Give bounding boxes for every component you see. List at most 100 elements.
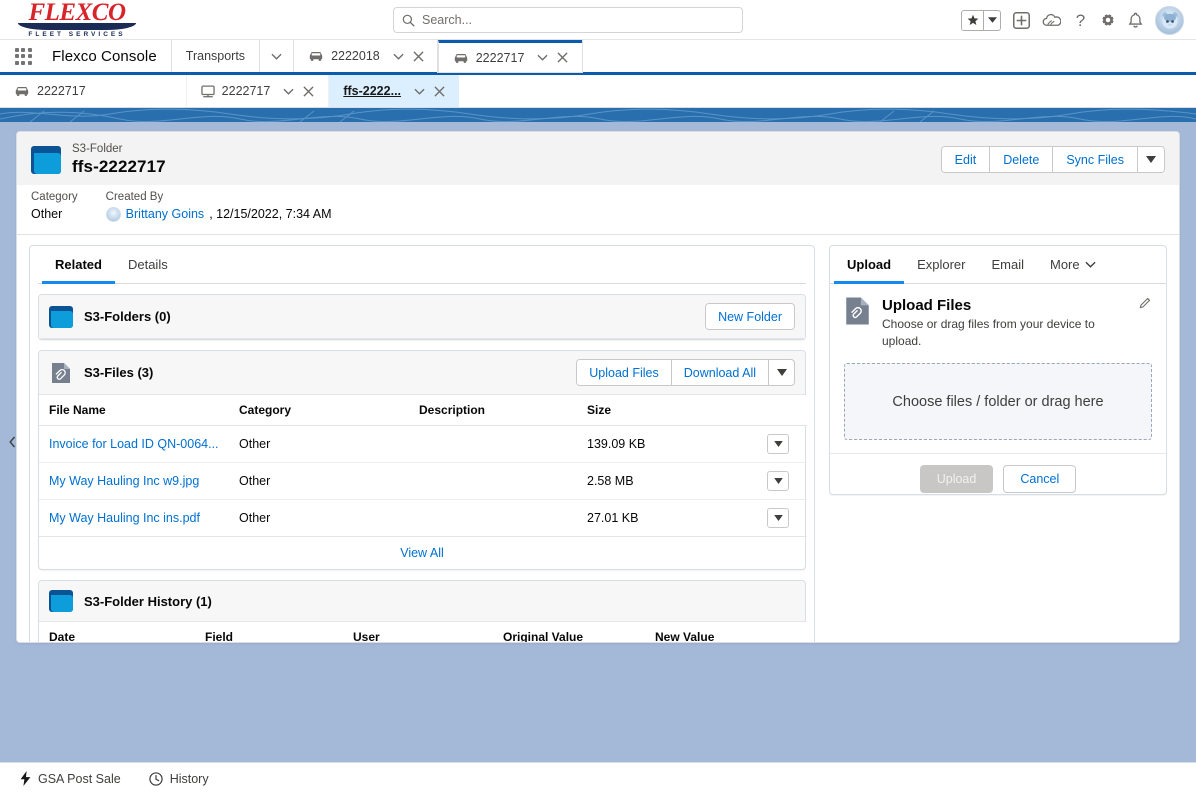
brand-swoosh <box>18 23 136 30</box>
help-icon[interactable]: ? <box>1073 11 1088 29</box>
tab-explorer[interactable]: Explorer <box>904 246 978 284</box>
download-all-button[interactable]: Download All <box>670 360 768 385</box>
column-header-user[interactable]: User <box>343 622 493 642</box>
setup-cloud-icon[interactable] <box>1042 13 1061 28</box>
field-category: Category Other <box>31 189 78 224</box>
sub-tab-transport-2222717[interactable]: 2222717 <box>0 75 100 107</box>
sub-tab-screen-2222717[interactable]: 2222717 <box>185 75 329 107</box>
search-icon <box>402 14 415 27</box>
tab-more-label: More <box>1050 257 1080 272</box>
add-icon[interactable] <box>1013 11 1030 29</box>
primary-tab-label: 2222717 <box>475 50 525 65</box>
utility-item-label: GSA Post Sale <box>38 771 121 786</box>
utility-item-gsa-post-sale[interactable]: GSA Post Sale <box>8 763 133 794</box>
tab-upload[interactable]: Upload <box>834 246 905 284</box>
transport-icon <box>453 52 469 64</box>
column-header-category[interactable]: Category <box>229 395 409 426</box>
column-header-new-value[interactable]: New Value <box>645 622 807 642</box>
sub-tab-menu-chevron-icon[interactable] <box>414 88 425 95</box>
related-list-title: S3-Files (3) <box>84 365 154 380</box>
favorites-group[interactable] <box>961 9 1001 31</box>
files-view-all-link[interactable]: View All <box>400 546 444 560</box>
column-header-date[interactable]: Date <box>39 622 195 642</box>
tab-more[interactable]: More <box>1037 246 1109 284</box>
primary-tab-overflow-dropdown[interactable] <box>259 40 294 72</box>
files-actions-chevron-down-icon[interactable] <box>768 360 794 385</box>
sub-tab-close-icon[interactable] <box>434 85 445 97</box>
brand-tagline: FLEET SERVICES <box>28 31 126 38</box>
primary-tab-label: Transports <box>185 49 246 63</box>
related-list-title: S3-Folder History (1) <box>84 593 212 609</box>
row-actions-chevron-down-icon[interactable] <box>767 471 789 491</box>
primary-tab-label: 2222018 <box>331 49 380 63</box>
record-actions-chevron-down-icon[interactable] <box>1137 147 1164 172</box>
file-name-link[interactable]: My Way Hauling Inc ins.pdf <box>49 511 200 525</box>
upload-button[interactable]: Upload <box>919 465 994 493</box>
sub-tab-menu-chevron-icon[interactable] <box>283 88 294 95</box>
row-actions-chevron-down-icon[interactable] <box>767 508 789 528</box>
file-name-link[interactable]: Invoice for Load ID QN-0064... <box>49 437 219 451</box>
upload-tabset: Upload Explorer Email More <box>830 246 1166 284</box>
tab-details[interactable]: Details <box>115 246 181 284</box>
lightning-bolt-icon <box>20 771 31 786</box>
chevron-down-icon <box>1085 261 1096 268</box>
row-actions-chevron-down-icon[interactable] <box>767 434 789 454</box>
edit-button[interactable]: Edit <box>941 147 990 172</box>
utility-item-history[interactable]: History <box>137 763 221 794</box>
table-row: My Way Hauling Inc ins.pdf Other 27.01 K… <box>39 499 807 537</box>
table-header-row: Date Field User Original Value New Value <box>39 622 807 642</box>
folder-icon <box>31 145 61 174</box>
sync-files-button[interactable]: Sync Files <box>1052 147 1137 172</box>
primary-tab-2222717[interactable]: 2222717 <box>437 40 583 72</box>
global-search-input[interactable]: Search... <box>393 7 743 33</box>
record-body: Related Details S3-Folders (0) New Folde… <box>17 235 1179 642</box>
favorites-star-icon[interactable] <box>962 11 983 30</box>
file-description <box>409 499 577 537</box>
file-name-link[interactable]: My Way Hauling Inc w9.jpg <box>49 474 199 488</box>
column-header-size[interactable]: Size <box>577 395 757 426</box>
field-label: Created By <box>105 191 164 203</box>
field-value: Other <box>31 207 63 221</box>
primary-tab-menu-chevron-icon[interactable] <box>393 53 404 60</box>
related-tabset-panel: Related Details S3-Folders (0) New Folde… <box>29 245 815 642</box>
related-list-s3-files: S3-Files (3) Upload Files Download All F… <box>38 350 807 570</box>
screen-icon <box>200 84 215 98</box>
column-header-field[interactable]: Field <box>195 622 343 642</box>
primary-tab-close-icon[interactable] <box>413 50 424 62</box>
pencil-icon[interactable] <box>1139 296 1152 309</box>
related-list-actions: Upload Files Download All <box>576 359 795 386</box>
file-attachment-icon <box>844 296 871 326</box>
clock-icon <box>149 771 163 786</box>
sidebar-collapse-handle[interactable] <box>8 435 16 449</box>
sub-tab-close-icon[interactable] <box>303 85 314 97</box>
sub-tab-ffs-folder[interactable]: ffs-2222... <box>328 75 460 107</box>
related-list-s3-folder-history: S3-Folder History (1) Date Field User Or… <box>38 580 807 642</box>
file-category: Other <box>229 499 409 537</box>
new-folder-button[interactable]: New Folder <box>706 304 794 329</box>
primary-tab-2222018[interactable]: 2222018 <box>293 40 438 72</box>
favorites-dropdown-icon[interactable] <box>983 10 1000 30</box>
tab-related[interactable]: Related <box>42 246 115 284</box>
folder-icon <box>49 305 73 328</box>
column-header-original-value[interactable]: Original Value <box>493 622 645 642</box>
primary-tab-menu-chevron-icon[interactable] <box>537 54 548 61</box>
primary-tab-close-icon[interactable] <box>557 52 568 63</box>
console-navigation-bar: Flexco Console Transports 2222018 222271… <box>0 40 1196 75</box>
app-launcher-icon[interactable] <box>0 40 46 72</box>
cancel-button[interactable]: Cancel <box>1003 465 1077 493</box>
delete-button[interactable]: Delete <box>989 147 1053 172</box>
created-by-user-link[interactable]: Brittany Goins <box>126 205 205 224</box>
file-size: 139.09 KB <box>577 425 757 463</box>
file-dropzone[interactable]: Choose files / folder or drag here <box>844 363 1152 440</box>
column-header-description[interactable]: Description <box>409 395 577 426</box>
upload-files-button[interactable]: Upload Files <box>577 360 671 385</box>
transport-icon <box>308 50 324 62</box>
page-title: ffs-2222717 <box>72 157 166 176</box>
settings-gear-icon[interactable] <box>1100 12 1116 28</box>
user-avatar[interactable] <box>1155 5 1184 35</box>
tab-email[interactable]: Email <box>978 246 1037 284</box>
primary-tab-transports[interactable]: Transports <box>170 40 260 72</box>
sub-tab-label: 2222717 <box>37 84 86 98</box>
column-header-file-name[interactable]: File Name <box>39 395 229 426</box>
notifications-bell-icon[interactable] <box>1128 12 1143 29</box>
